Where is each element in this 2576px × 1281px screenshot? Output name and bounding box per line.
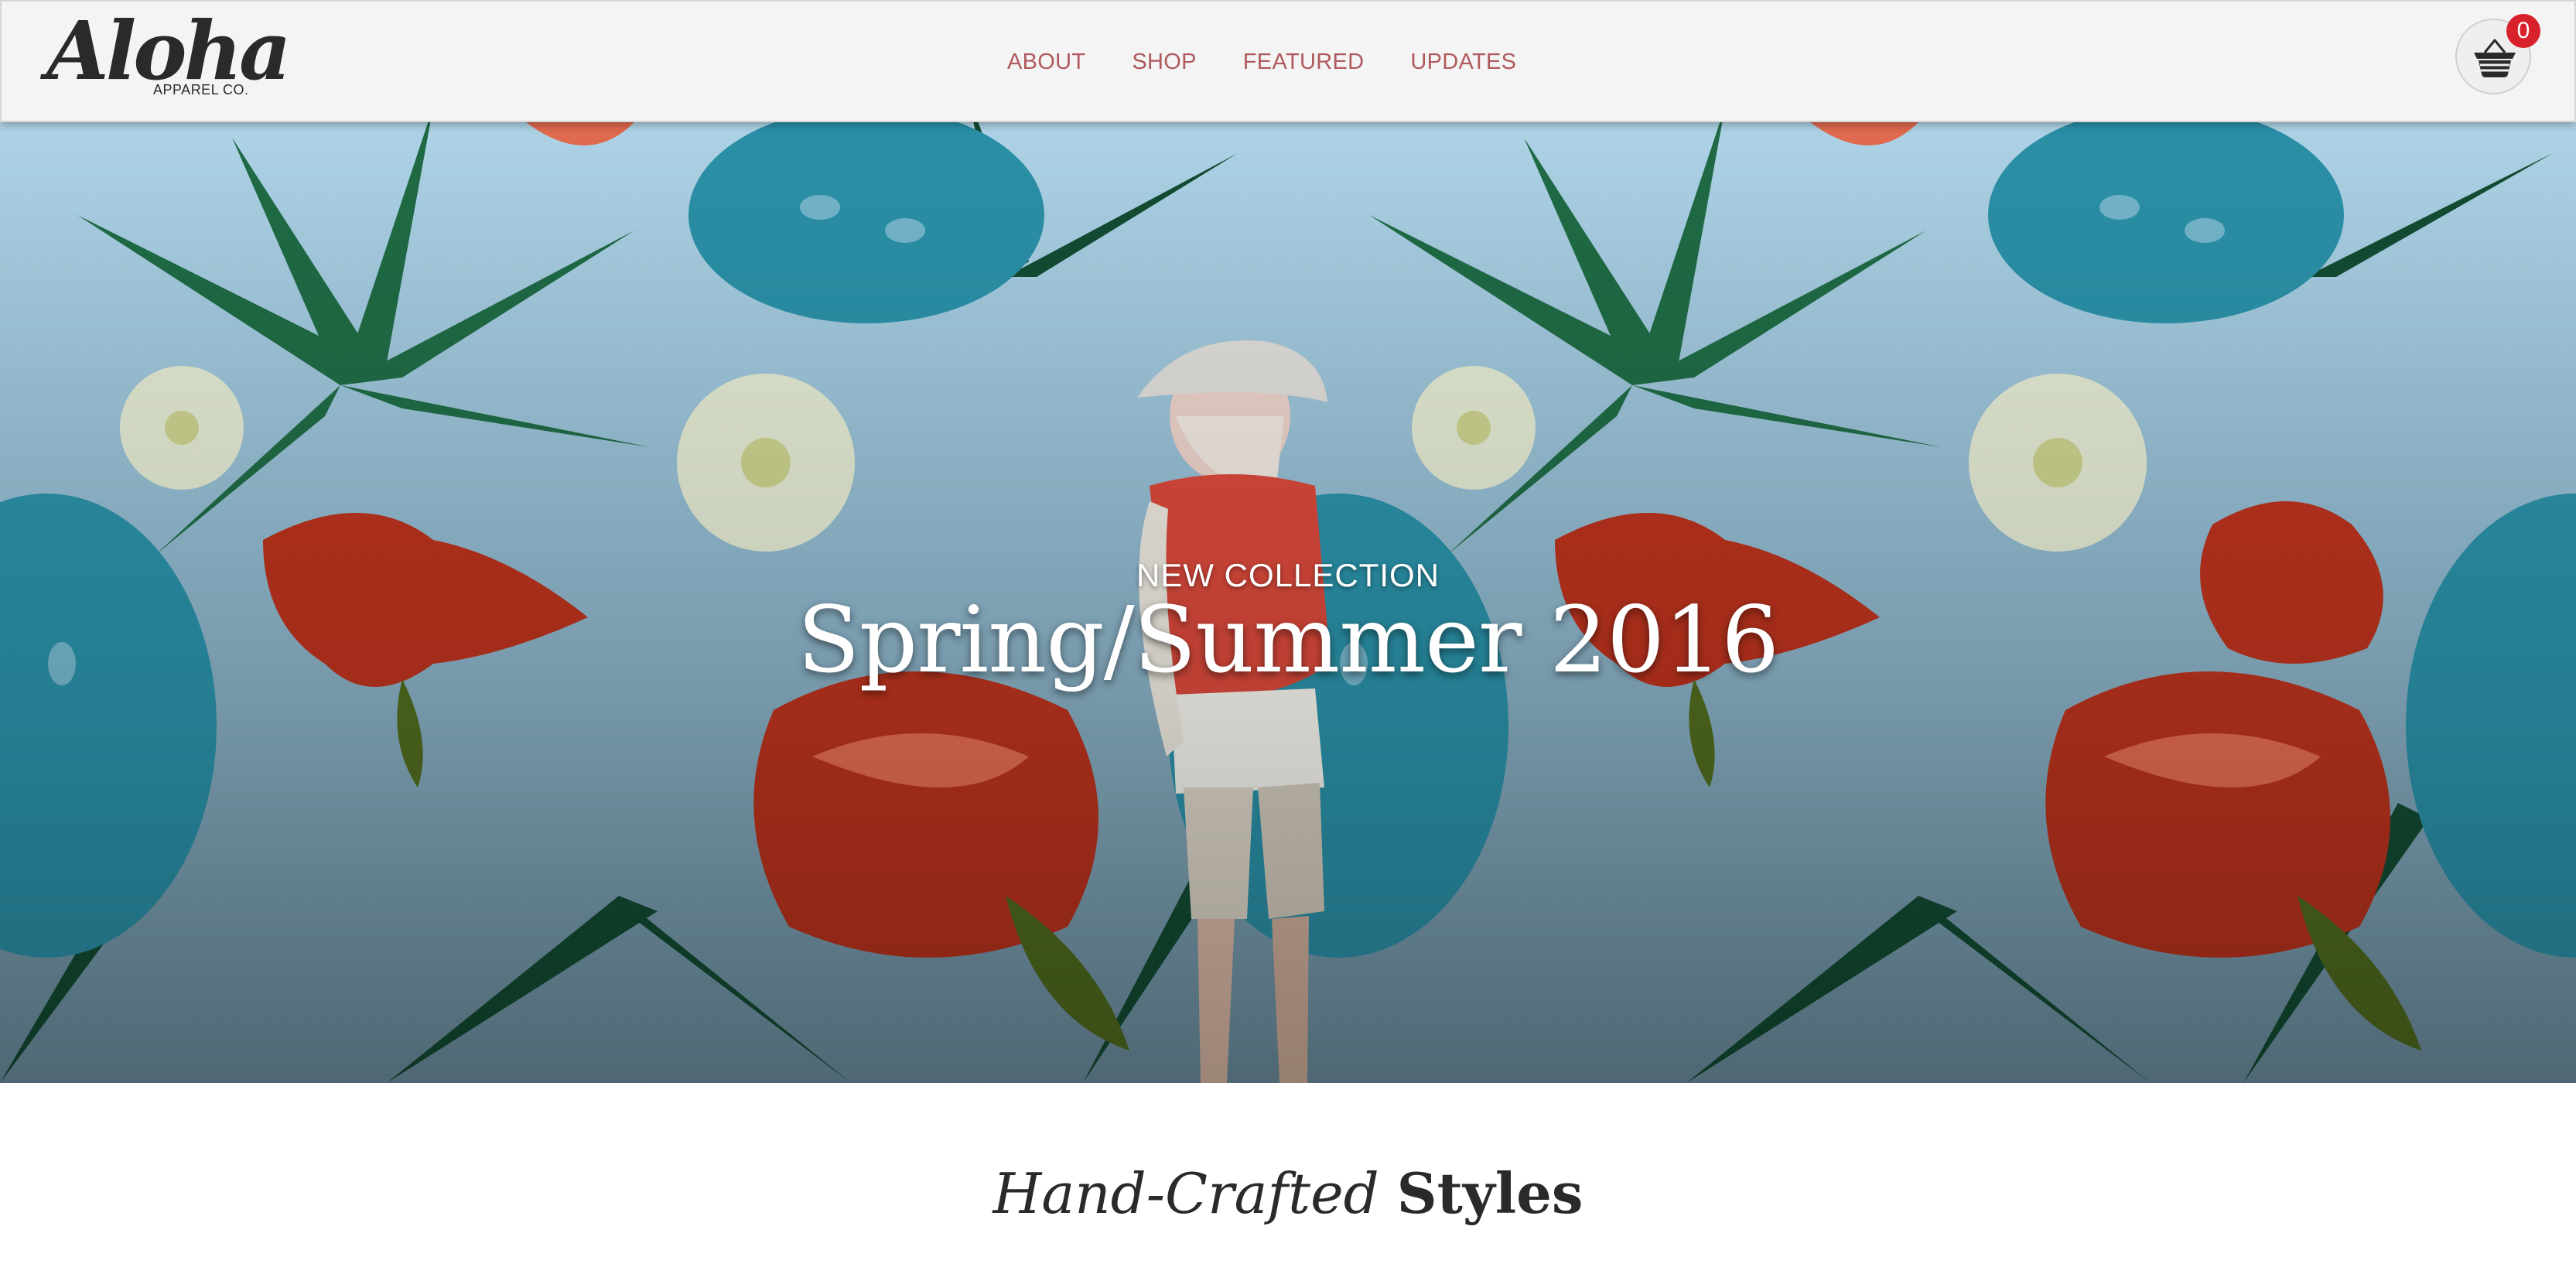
section-title-italic: Hand-Crafted bbox=[992, 1161, 1379, 1226]
logo-wordmark: Aloha bbox=[46, 3, 292, 98]
nav-link-about[interactable]: ABOUT bbox=[1007, 50, 1085, 75]
nav-link-featured[interactable]: FEATURED bbox=[1243, 50, 1365, 75]
section-title: Hand-Crafted Styles bbox=[0, 1160, 2576, 1226]
brand-logo[interactable]: Aloha APPAREL CO. bbox=[46, 11, 292, 104]
main-nav: ABOUT SHOP FEATURED UPDATES bbox=[1007, 2, 1516, 122]
hero-banner: NEW COLLECTION Spring/Summer 2016 bbox=[0, 122, 2576, 1083]
cart-count-badge: 0 bbox=[2506, 14, 2540, 48]
hero-title: Spring/Summer 2016 bbox=[797, 586, 1779, 693]
site-header: Aloha APPAREL CO. ABOUT SHOP FEATURED UP… bbox=[0, 0, 2576, 122]
nav-link-shop[interactable]: SHOP bbox=[1132, 50, 1196, 75]
section-title-bold: Styles bbox=[1396, 1160, 1584, 1226]
nav-link-updates[interactable]: UPDATES bbox=[1410, 50, 1516, 75]
logo-tagline: APPAREL CO. bbox=[153, 82, 249, 97]
cart-button[interactable]: 0 bbox=[2455, 14, 2540, 94]
